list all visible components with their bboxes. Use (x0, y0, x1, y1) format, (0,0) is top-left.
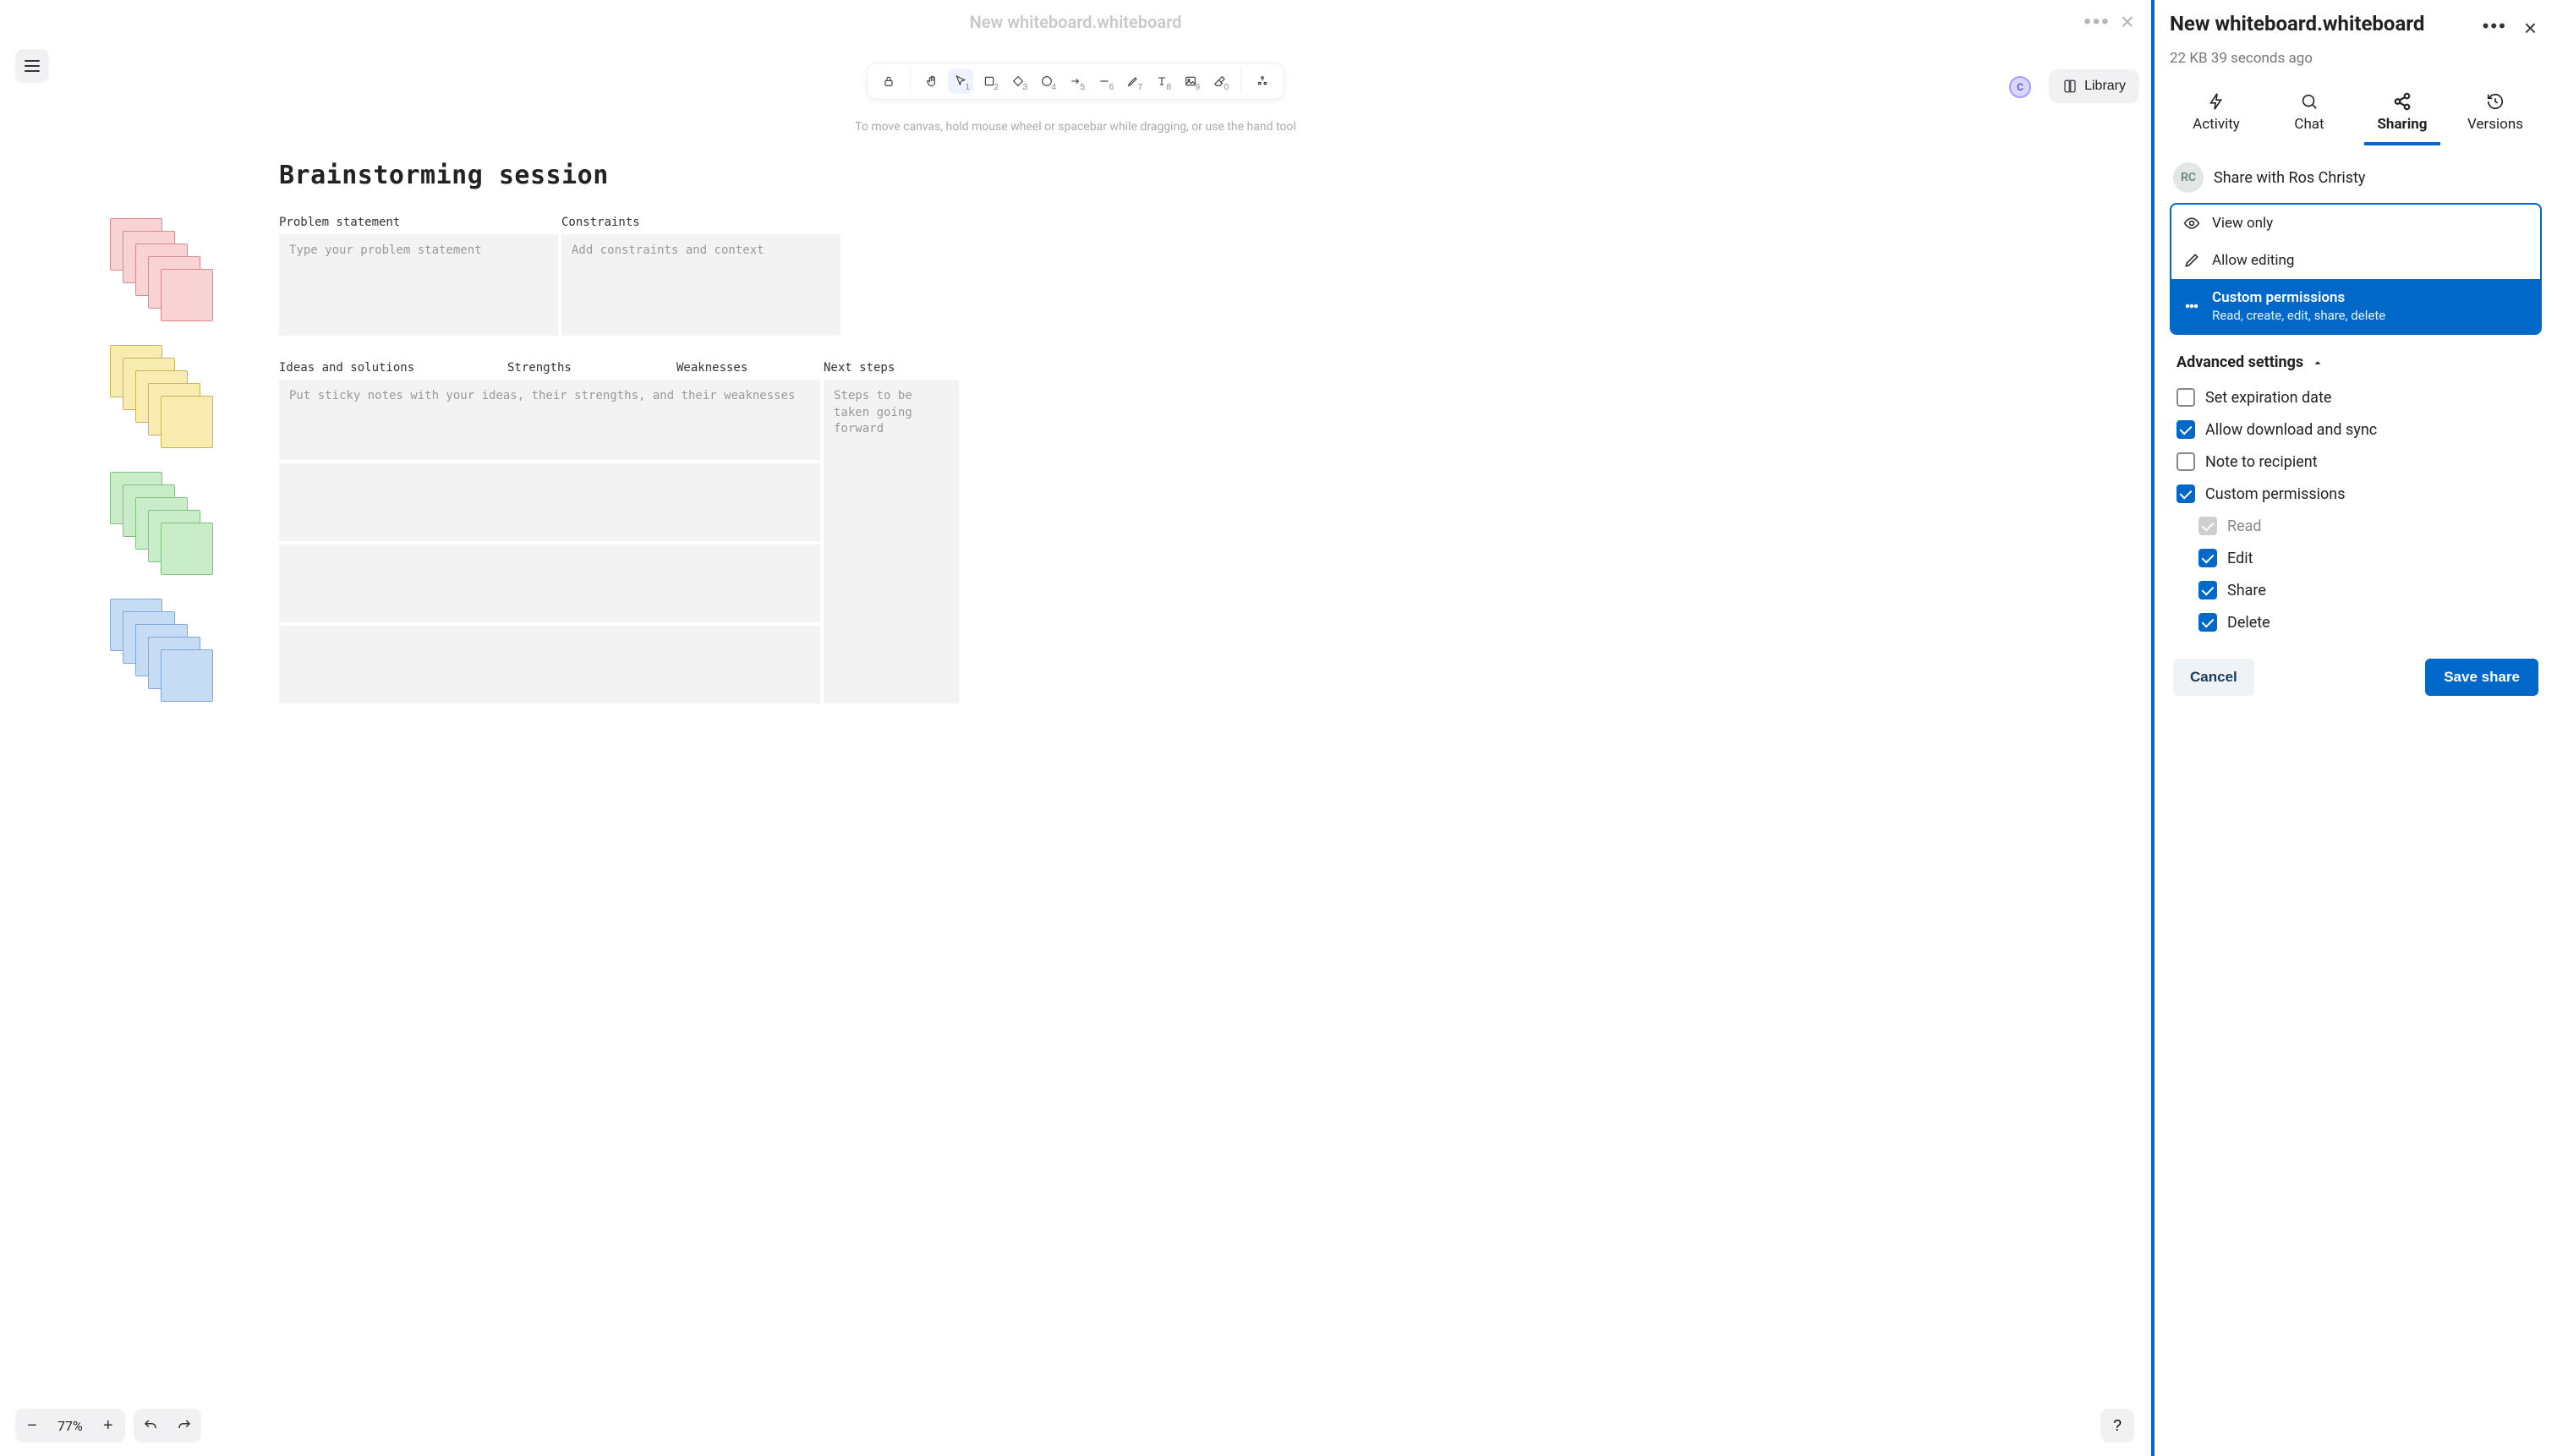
sticky-stack-blue[interactable] (110, 599, 211, 700)
cell-constraints[interactable]: Add constraints and context (561, 234, 840, 336)
label-problem: Problem statement (279, 216, 558, 229)
cancel-button[interactable]: Cancel (2173, 659, 2254, 696)
perm-option-view[interactable]: View only (2171, 205, 2540, 242)
sidebar-meta: 22 KB 39 seconds ago (2170, 50, 2542, 67)
sidebar-more-button[interactable]: ••• (2478, 12, 2512, 41)
canvas-content[interactable]: Brainstorming session Problem statement … (110, 161, 2126, 703)
zoom-controls: − 77% + (15, 1409, 125, 1442)
document-title: New whiteboard.whiteboard (970, 12, 1182, 32)
library-label: Library (2084, 79, 2126, 94)
check-custom[interactable]: Custom permissions (2170, 478, 2542, 510)
check-share[interactable]: Share (2170, 574, 2542, 606)
eraser-tool[interactable]: 0 (1207, 68, 1232, 94)
help-button[interactable]: ? (2100, 1409, 2134, 1442)
label-strengths: Strengths (507, 361, 676, 375)
tab-versions[interactable]: Versions (2449, 85, 2542, 145)
cell-ideas-row4[interactable] (279, 626, 820, 703)
tab-activity[interactable]: Activity (2170, 85, 2263, 145)
label-weaknesses: Weaknesses (676, 361, 747, 375)
sidebar-title: New whiteboard.whiteboard (2170, 12, 2478, 36)
check-read: Read (2170, 510, 2542, 542)
share-with-label: Share with Ros Christy (2214, 169, 2365, 187)
more-menu-button[interactable]: ••• (2083, 12, 2110, 32)
perm-option-custom[interactable]: Custom permissions Read, create, edit, s… (2171, 279, 2540, 333)
share-icon (2393, 92, 2412, 111)
tab-sharing[interactable]: Sharing (2356, 85, 2449, 145)
zoom-out-button[interactable]: − (15, 1409, 49, 1442)
select-tool[interactable]: 1 (948, 68, 973, 94)
dots-icon (2183, 298, 2200, 315)
image-tool[interactable]: 9 (1178, 68, 1203, 94)
cell-problem[interactable]: Type your problem statement (279, 234, 558, 336)
diamond-tool[interactable]: 3 (1005, 68, 1031, 94)
sticky-stack-green[interactable] (110, 472, 211, 573)
lock-icon (882, 74, 895, 88)
label-next: Next steps (824, 361, 959, 375)
search-icon (2300, 92, 2319, 111)
check-edit[interactable]: Edit (2170, 542, 2542, 574)
sidebar-tabs: Activity Chat Sharing Versions (2170, 85, 2542, 145)
recipient-avatar: RC (2173, 162, 2204, 193)
cell-next[interactable]: Steps to be taken going forward (824, 380, 959, 703)
redo-icon (177, 1418, 192, 1433)
history-controls (134, 1409, 201, 1442)
pencil-tool[interactable]: 7 (1120, 68, 1146, 94)
arrow-tool[interactable]: 5 (1063, 68, 1088, 94)
tab-chat[interactable]: Chat (2263, 85, 2356, 145)
pencil-icon (2183, 252, 2200, 269)
presence-avatar[interactable]: C (2009, 76, 2031, 98)
cell-ideas-row2[interactable] (279, 463, 820, 541)
check-note[interactable]: Note to recipient (2170, 446, 2542, 478)
rectangle-tool[interactable]: 2 (977, 68, 1002, 94)
details-sidebar: New whiteboard.whiteboard ••• × 22 KB 39… (2151, 0, 2557, 1456)
cell-ideas-row3[interactable] (279, 545, 820, 622)
canvas-hint: To move canvas, hold mouse wheel or spac… (855, 120, 1296, 134)
permission-dropdown[interactable]: View only Allow editing Custom permissio… (2170, 203, 2542, 335)
zoom-in-button[interactable]: + (91, 1409, 125, 1442)
hand-icon (925, 74, 939, 88)
whiteboard-canvas-area: New whiteboard.whiteboard ••• × 1 2 3 4 … (0, 0, 2151, 1456)
sticky-stack-pink[interactable] (110, 218, 211, 320)
sidebar-close-button[interactable]: × (2519, 12, 2542, 45)
hamburger-menu-button[interactable] (15, 49, 49, 83)
check-download[interactable]: Allow download and sync (2170, 413, 2542, 446)
zoom-level[interactable]: 77% (49, 1418, 91, 1434)
save-share-button[interactable]: Save share (2425, 659, 2538, 696)
text-tool[interactable]: 8 (1149, 68, 1174, 94)
advanced-settings-toggle[interactable]: Advanced settings (2176, 353, 2535, 371)
hand-tool[interactable] (919, 68, 945, 94)
drawing-toolbar: 1 2 3 4 5 6 7 8 9 0 (867, 63, 1284, 100)
label-ideas: Ideas and solutions (279, 361, 507, 375)
sticky-stack-yellow[interactable] (110, 345, 211, 446)
perm-option-edit[interactable]: Allow editing (2171, 242, 2540, 279)
library-button[interactable]: Library (2049, 69, 2139, 103)
undo-button[interactable] (134, 1409, 167, 1442)
chevron-up-icon (2312, 357, 2324, 369)
lightning-icon (2207, 92, 2226, 111)
check-delete[interactable]: Delete (2170, 606, 2542, 638)
share-with-row: RC Share with Ros Christy (2173, 162, 2538, 193)
check-expiration[interactable]: Set expiration date (2170, 381, 2542, 413)
shapes-more-tool[interactable] (1250, 68, 1275, 94)
close-button[interactable]: × (2121, 10, 2134, 34)
circle-tool[interactable]: 4 (1034, 68, 1059, 94)
lock-tool[interactable] (876, 68, 901, 94)
whiteboard-title[interactable]: Brainstorming session (279, 161, 2126, 190)
shapes-icon (1256, 74, 1269, 88)
hamburger-icon (25, 60, 40, 72)
line-tool[interactable]: 6 (1092, 68, 1117, 94)
cell-ideas[interactable]: Put sticky notes with your ideas, their … (279, 380, 820, 460)
redo-button[interactable] (167, 1409, 201, 1442)
undo-icon (143, 1418, 158, 1433)
history-icon (2486, 92, 2505, 111)
label-constraints: Constraints (561, 216, 840, 229)
book-icon (2062, 79, 2078, 94)
eye-icon (2183, 215, 2200, 232)
